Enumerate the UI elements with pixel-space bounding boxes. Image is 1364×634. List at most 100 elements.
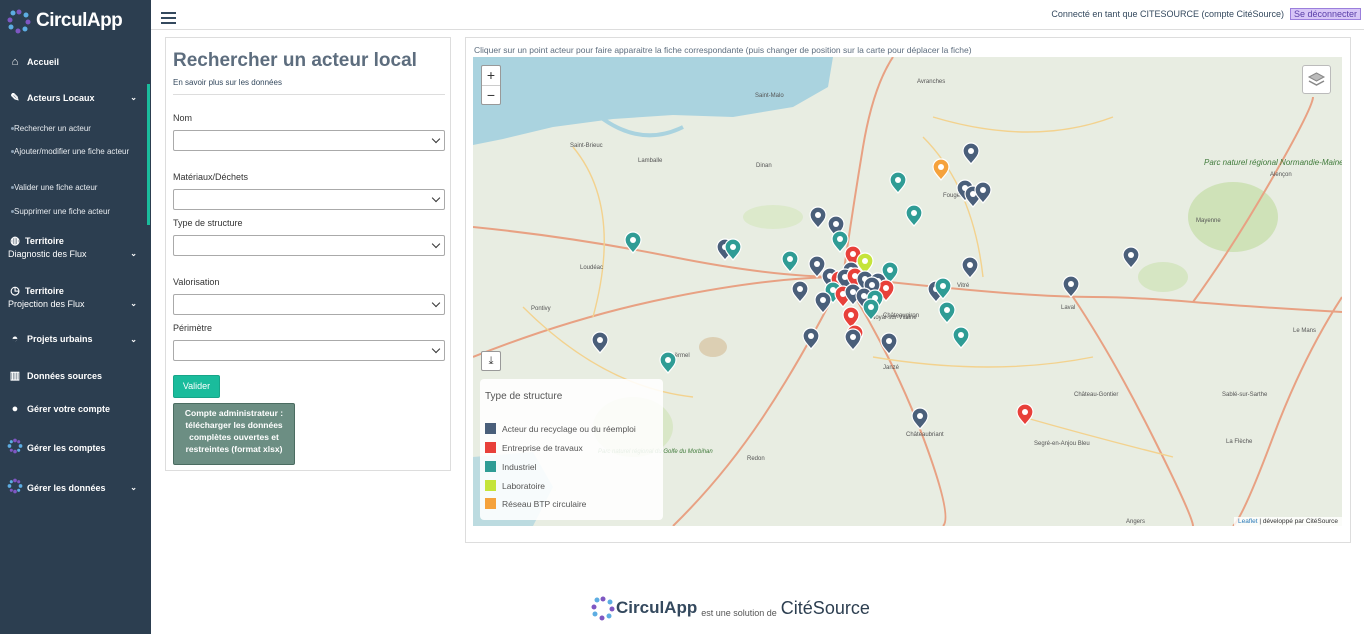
data-info-link[interactable]: En savoir plus sur les données bbox=[173, 78, 282, 87]
place-label: Vitré bbox=[957, 283, 970, 289]
sidebar-subitem-rechercher[interactable]: Rechercher un acteur bbox=[11, 123, 91, 134]
sidebar-item-gerer-compte[interactable]: ● Gérer votre compte bbox=[0, 403, 151, 415]
sidebar-subitem-valider[interactable]: Valider une fiche acteur bbox=[10, 182, 97, 193]
field-label-perimetre: Périmètre bbox=[173, 323, 213, 333]
logout-button[interactable]: Se déconnecter bbox=[1289, 8, 1361, 20]
actor-marker-dot bbox=[861, 293, 867, 299]
place-label: Loudéac bbox=[580, 265, 603, 271]
sidebar-subitem-supprimer[interactable]: Supprimer une fiche acteur bbox=[10, 206, 110, 217]
actor-marker-dot bbox=[597, 337, 603, 343]
submit-button[interactable]: Valider bbox=[173, 375, 220, 398]
sidebar-item-label: Gérer les données bbox=[27, 482, 106, 493]
circulapp-logo-icon bbox=[7, 478, 23, 497]
menu-toggle-icon[interactable] bbox=[161, 12, 176, 27]
chevron-down-icon: ⌄ bbox=[130, 483, 137, 492]
actor-marker-dot bbox=[850, 289, 856, 295]
legend-item: Entreprise de travaux bbox=[485, 442, 583, 453]
legend-swatch bbox=[485, 442, 496, 453]
place-label: Angers bbox=[1126, 519, 1145, 525]
bar-chart-icon: ▥ bbox=[9, 370, 21, 382]
place-label: Châteaugiron bbox=[883, 313, 919, 319]
map-panel: Cliquer sur un point acteur pour faire a… bbox=[465, 37, 1351, 543]
circulapp-logo-icon bbox=[591, 596, 615, 621]
topbar: Connecté en tant que CITESOURCE (compte … bbox=[151, 0, 1364, 30]
actor-marker-dot bbox=[730, 244, 736, 250]
actor-marker-dot bbox=[968, 148, 974, 154]
sidebar-item-label: Gérer votre compte bbox=[27, 404, 111, 414]
legend-item: Acteur du recyclage ou du réemploi bbox=[485, 423, 636, 434]
edit-icon: ✎ bbox=[10, 92, 20, 104]
divider bbox=[173, 94, 445, 95]
actor-marker-dot bbox=[814, 261, 820, 267]
sidebar-item-donnees-sources[interactable]: ▥ Données sources bbox=[0, 369, 151, 382]
actor-marker-dot bbox=[850, 251, 856, 257]
select-type-structure[interactable] bbox=[173, 235, 445, 256]
actor-marker-dot bbox=[917, 413, 923, 419]
actor-marker-dot bbox=[958, 332, 964, 338]
actor-marker-dot bbox=[886, 338, 892, 344]
sidebar-item-label: Acteurs Locaux bbox=[27, 92, 95, 103]
sidebar-item-label: Gérer les comptes bbox=[27, 442, 106, 453]
actor-marker-dot bbox=[630, 237, 636, 243]
sidebar-item-projets-urbains[interactable]: ◓ Projets urbains ⌄ bbox=[0, 333, 151, 345]
actor-marker-dot bbox=[980, 187, 986, 193]
select-perimetre[interactable] bbox=[173, 340, 445, 361]
layers-button[interactable] bbox=[1302, 65, 1331, 94]
sidebar-item-label: Données sources bbox=[27, 370, 103, 381]
actor-marker-dot bbox=[820, 297, 826, 303]
actor-marker-dot bbox=[911, 210, 917, 216]
sidebar-item-label: Accueil bbox=[27, 57, 60, 67]
sidebar-item-gerer-donnees[interactable]: Gérer les données ⌄ bbox=[0, 478, 151, 497]
sidebar-item-accueil[interactable]: ⌂ Accueil bbox=[0, 56, 151, 68]
leaflet-link[interactable]: Leaflet bbox=[1238, 518, 1258, 525]
map-hint: Cliquer sur un point acteur pour faire a… bbox=[474, 45, 972, 55]
footer-partner: CitéSource bbox=[780, 597, 870, 618]
select-nom[interactable] bbox=[173, 130, 445, 151]
actor-marker-dot bbox=[944, 307, 950, 313]
actor-marker-dot bbox=[665, 357, 671, 363]
legend-label: Réseau BTP circulaire bbox=[502, 498, 587, 509]
field-label-type-structure: Type de structure bbox=[173, 218, 243, 228]
chevron-down-icon: ⌄ bbox=[130, 249, 137, 258]
legend-item: Laboratoire bbox=[485, 480, 545, 491]
chevron-down-icon: ⌄ bbox=[130, 299, 137, 308]
sidebar-item-territoire-diagnostic[interactable]: ◍ Territoire Diagnostic des Flux ⌄ bbox=[0, 234, 151, 259]
place-label: La Flèche bbox=[1226, 439, 1253, 445]
footer-brand: CirculApp bbox=[616, 598, 698, 617]
download-button[interactable]: ⤓ bbox=[481, 351, 501, 371]
helmet-icon: ◓ bbox=[11, 333, 19, 345]
legend-title: Type de structure bbox=[485, 391, 563, 402]
admin-download-button[interactable]: Compte administrateur : télécharger les … bbox=[173, 403, 295, 465]
zoom-out-button[interactable]: − bbox=[482, 85, 500, 104]
place-label: Saint-Brieuc bbox=[570, 143, 603, 149]
actor-marker-dot bbox=[868, 304, 874, 310]
place-label: Janzé bbox=[883, 365, 900, 371]
place-label: Laval bbox=[1061, 305, 1075, 311]
sidebar-item-gerer-comptes[interactable]: Gérer les comptes bbox=[0, 438, 151, 457]
chevron-down-icon: ⌄ bbox=[130, 334, 137, 344]
page-title: Rechercher un acteur local bbox=[173, 50, 417, 71]
place-label: Avranches bbox=[917, 79, 945, 85]
select-materiaux[interactable] bbox=[173, 189, 445, 210]
place-label: Lamballe bbox=[638, 158, 663, 164]
sidebar-subitem-ajouter[interactable]: Ajouter/modifier une fiche acteur bbox=[11, 146, 132, 157]
brand[interactable]: CirculApp bbox=[0, 0, 151, 42]
sidebar-item-territoire-projection[interactable]: ◷ Territoire Projection des Flux ⌄ bbox=[0, 284, 151, 309]
map-attribution: Leaflet | développé par CitéSource bbox=[1234, 517, 1342, 526]
actor-marker-dot bbox=[833, 221, 839, 227]
globe-icon: ◍ bbox=[10, 235, 20, 247]
zoom-in-button[interactable]: + bbox=[482, 66, 500, 85]
select-valorisation[interactable] bbox=[173, 294, 445, 315]
place-label: Château-Gontier bbox=[1074, 392, 1118, 398]
legend-item: Réseau BTP circulaire bbox=[485, 498, 586, 509]
place-label: Segré-en-Anjou Bleu bbox=[1034, 441, 1090, 447]
sidebar-item-acteurs-locaux[interactable]: ✎ Acteurs Locaux ⌄ bbox=[0, 91, 151, 104]
map-canvas[interactable]: Saint-Malo Avranches Saint-Brieuc Lambal… bbox=[473, 57, 1342, 526]
place-label: Sablé-sur-Sarthe bbox=[1222, 392, 1268, 398]
actor-marker-dot bbox=[940, 283, 946, 289]
actor-marker-dot bbox=[815, 212, 821, 218]
footer: CirculApp est une solution de CitéSource bbox=[590, 592, 870, 624]
place-label: Alençon bbox=[1270, 172, 1292, 178]
sidebar-item-label: Territoire bbox=[25, 285, 64, 296]
legend-swatch bbox=[485, 498, 496, 509]
